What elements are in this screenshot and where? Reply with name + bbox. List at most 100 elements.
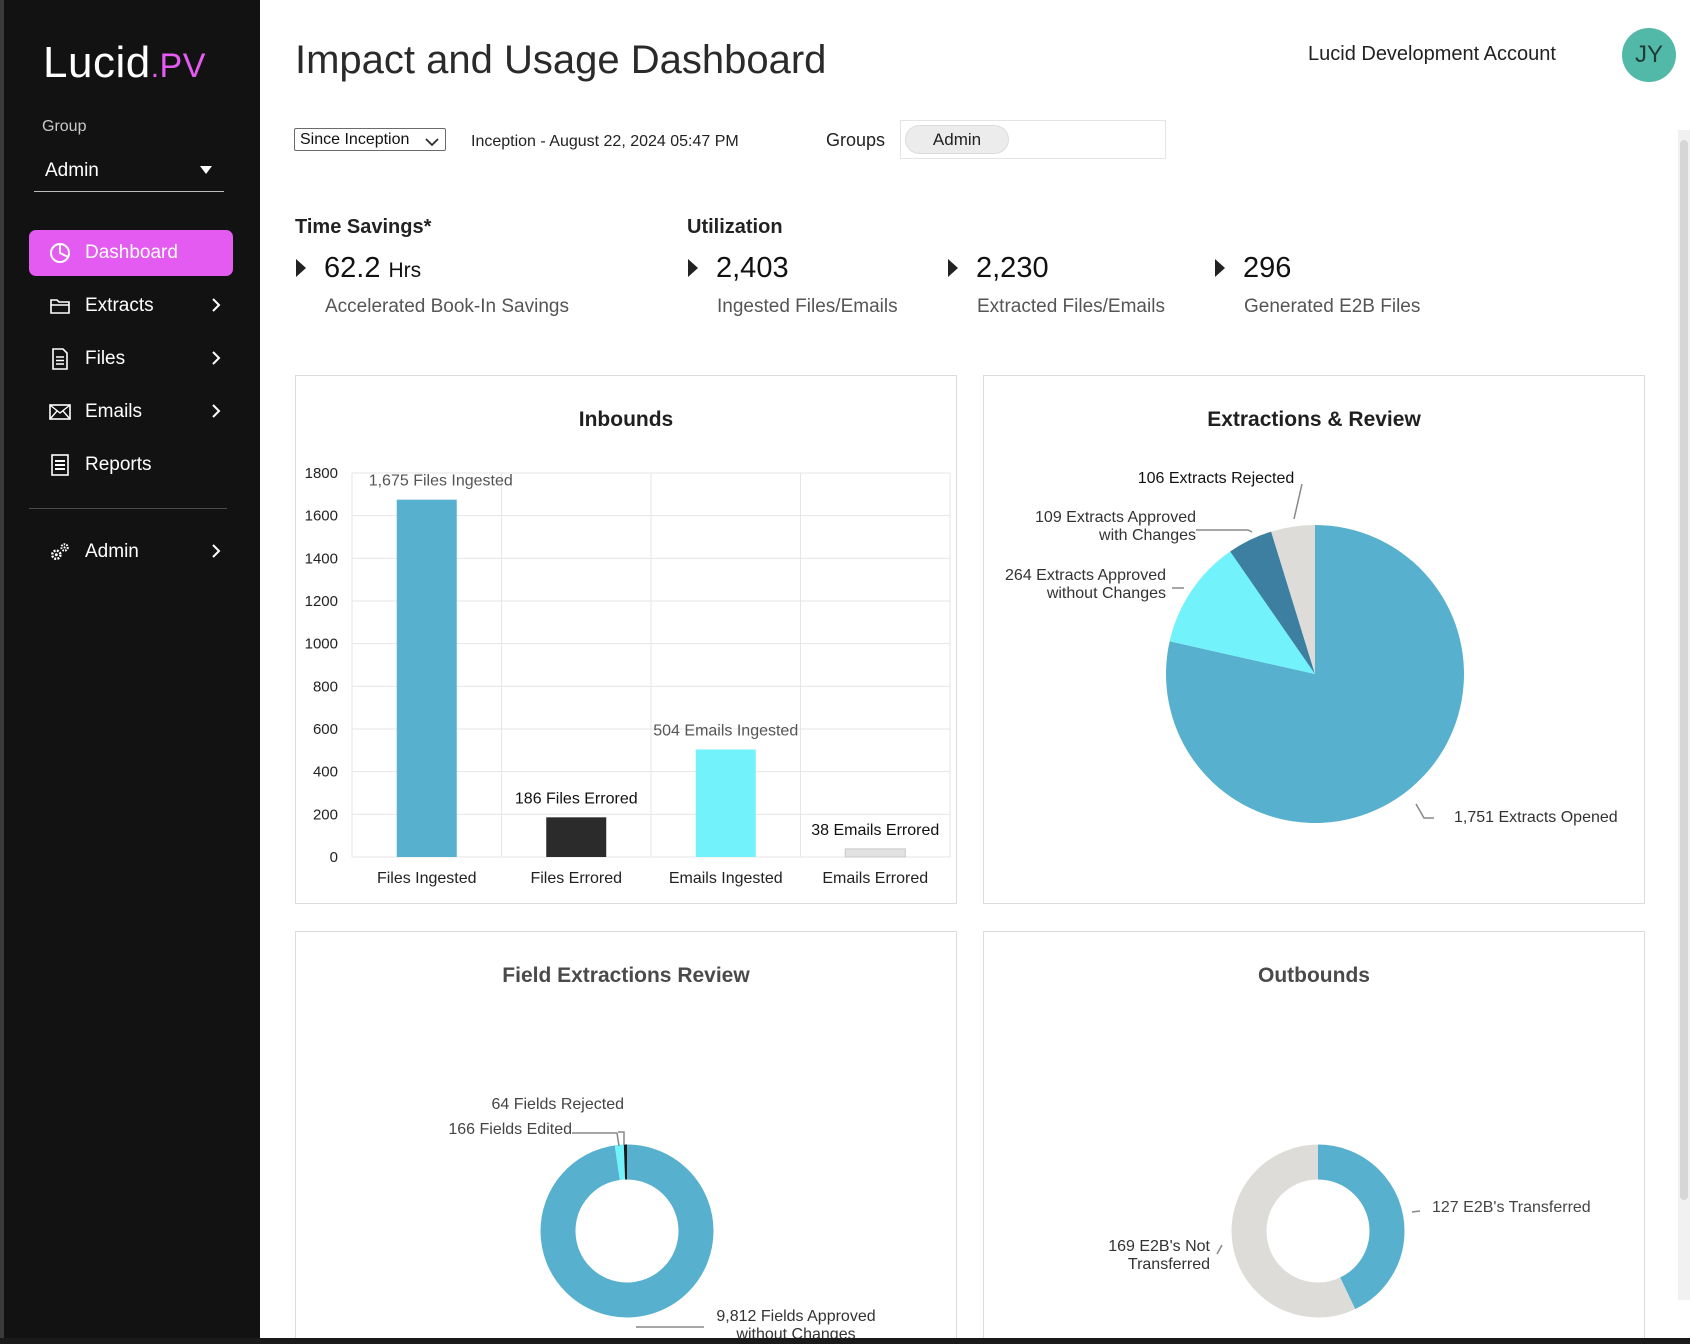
- donut-label: 64 Fields Rejected: [491, 1096, 624, 1113]
- y-tick-label: 1400: [305, 550, 338, 567]
- bar: [546, 817, 607, 857]
- expand-triangle-icon: [948, 259, 958, 277]
- sidebar-item-label: Emails: [85, 401, 143, 422]
- metric-label: Extracted Files/Emails: [977, 296, 1165, 317]
- pie-label: 264 Extracts Approved: [1005, 567, 1166, 584]
- data-label: 38 Emails Errored: [811, 822, 939, 839]
- sidebar-item-label: Extracts: [85, 295, 154, 316]
- chevron-down-icon: [425, 134, 439, 152]
- metric-unit: Hrs: [388, 259, 422, 282]
- field-review-card: Field Extractions Review 9,812 Fields Ap…: [295, 931, 957, 1344]
- metric-value: 2,230: [976, 252, 1049, 284]
- avatar[interactable]: JY: [1622, 28, 1676, 82]
- sidebar-item-label: Reports: [85, 454, 152, 475]
- sidebar-item-label: Files: [85, 348, 126, 369]
- time-savings-heading: Time Savings*: [295, 216, 432, 238]
- sidebar-item-emails[interactable]: Emails: [29, 389, 233, 435]
- pie-label: without Changes: [1046, 585, 1166, 602]
- account-name[interactable]: Lucid Development Account: [1308, 43, 1556, 66]
- bar: [844, 848, 906, 858]
- inbounds-chart: 0 200 400 600 800 1000 1200 1400 1600 1800 Files I…: [305, 465, 951, 887]
- extractions-card: Extractions & Review 1,751 Extracts Open…: [983, 375, 1645, 904]
- leader-line: [1216, 1244, 1223, 1255]
- donut-label: 9,812 Fields Approved: [716, 1308, 875, 1325]
- leader-line: [1196, 529, 1253, 533]
- chevron-right-icon: [211, 297, 221, 319]
- metric-value: 2,403: [716, 252, 789, 284]
- group-select-value: Admin: [45, 160, 99, 181]
- bar: [695, 749, 756, 857]
- file-icon: [49, 348, 71, 370]
- sidebar-admin-section: Admin: [29, 529, 233, 582]
- field-review-chart: 9,812 Fields Approvedwithout Changes64 F…: [448, 1096, 875, 1343]
- group-select[interactable]: Admin: [34, 152, 224, 192]
- chevron-right-icon: [211, 543, 221, 565]
- gears-icon: [49, 541, 71, 563]
- scrollbar-thumb[interactable]: [1680, 140, 1688, 1200]
- groups-label: Groups: [826, 130, 886, 150]
- logo-main: Lucid: [43, 38, 151, 87]
- pie-label: 109 Extracts Approved: [1035, 509, 1196, 526]
- app-logo[interactable]: Lucid.PV: [43, 38, 206, 88]
- data-label: 186 Files Errored: [515, 790, 638, 807]
- metric-label: Accelerated Book-In Savings: [325, 296, 569, 317]
- donut-label: Transferred: [1128, 1256, 1210, 1273]
- y-tick-label: 1200: [305, 593, 338, 610]
- pie-label: 106 Extracts Rejected: [1138, 470, 1295, 487]
- expand-triangle-icon: [688, 259, 698, 277]
- sidebar-divider: [29, 508, 227, 509]
- y-tick-label: 400: [313, 764, 338, 781]
- data-label: 504 Emails Ingested: [653, 722, 798, 739]
- report-icon: [49, 454, 71, 476]
- chevron-right-icon: [211, 350, 221, 372]
- outbounds-card: Outbounds 127 E2B's Transferred 169 E2B's…: [983, 931, 1645, 1344]
- y-tick-label: 800: [313, 678, 338, 695]
- metric-label: Ingested Files/Emails: [717, 296, 898, 317]
- sidebar-item-reports[interactable]: Reports: [29, 442, 233, 488]
- bottom-edge: [0, 1338, 1690, 1344]
- sidebar-item-admin[interactable]: Admin: [29, 529, 233, 575]
- group-chip[interactable]: Admin: [905, 125, 1009, 154]
- folder-icon: [49, 295, 71, 317]
- date-range-select[interactable]: Since Inception: [294, 128, 446, 151]
- leader-line: [1293, 483, 1303, 520]
- utilization-heading: Utilization: [687, 216, 783, 238]
- leader-line: [1415, 803, 1434, 819]
- envelope-icon: [49, 401, 71, 423]
- donut-label: 166 Fields Edited: [448, 1121, 572, 1138]
- x-tick-label: Emails Errored: [822, 870, 928, 887]
- page-title: Impact and Usage Dashboard: [295, 38, 827, 82]
- sidebar-item-files[interactable]: Files: [29, 336, 233, 382]
- logo-accent: PV: [159, 47, 206, 85]
- y-tick-label: 1000: [305, 636, 338, 653]
- x-tick-label: Emails Ingested: [669, 870, 783, 887]
- inception-date: Inception - August 22, 2024 05:47 PM: [471, 133, 739, 150]
- sidebar-item-extracts[interactable]: Extracts: [29, 283, 233, 329]
- outbounds-chart: 127 E2B's Transferred 169 E2B's NotTransf…: [1108, 1144, 1591, 1318]
- sidebar-item-label: Dashboard: [85, 242, 178, 263]
- x-tick-label: Files Ingested: [377, 870, 477, 887]
- leader-line: [572, 1132, 620, 1147]
- group-label: Group: [42, 118, 87, 135]
- y-tick-label: 0: [330, 849, 338, 866]
- bar: [396, 499, 457, 857]
- y-tick-label: 600: [313, 721, 338, 738]
- groups-select[interactable]: Admin: [900, 120, 1166, 159]
- donut-label: 127 E2B's Transferred: [1432, 1199, 1591, 1216]
- sidebar-nav: Dashboard Extracts Files Emails Reports: [29, 230, 233, 495]
- pie-label: with Changes: [1098, 527, 1196, 544]
- y-tick-label: 200: [313, 806, 338, 823]
- chevron-right-icon: [211, 403, 221, 425]
- metric-label: Generated E2B Files: [1244, 296, 1421, 317]
- sidebar-item-label: Admin: [85, 541, 139, 562]
- pie-label: 1,751 Extracts Opened: [1454, 809, 1618, 826]
- leader-line: [1411, 1210, 1421, 1213]
- metric-value: 62.2: [324, 252, 381, 284]
- pie-chart-icon: [49, 242, 71, 264]
- date-range-value: Since Inception: [300, 131, 410, 148]
- x-tick-label: Files Errored: [530, 870, 622, 887]
- metric-value: 296: [1243, 252, 1292, 284]
- sidebar: Lucid.PV Group Admin Dashboard Extracts …: [0, 0, 260, 1344]
- sidebar-item-dashboard[interactable]: Dashboard: [29, 230, 233, 276]
- caret-down-icon: [200, 166, 212, 174]
